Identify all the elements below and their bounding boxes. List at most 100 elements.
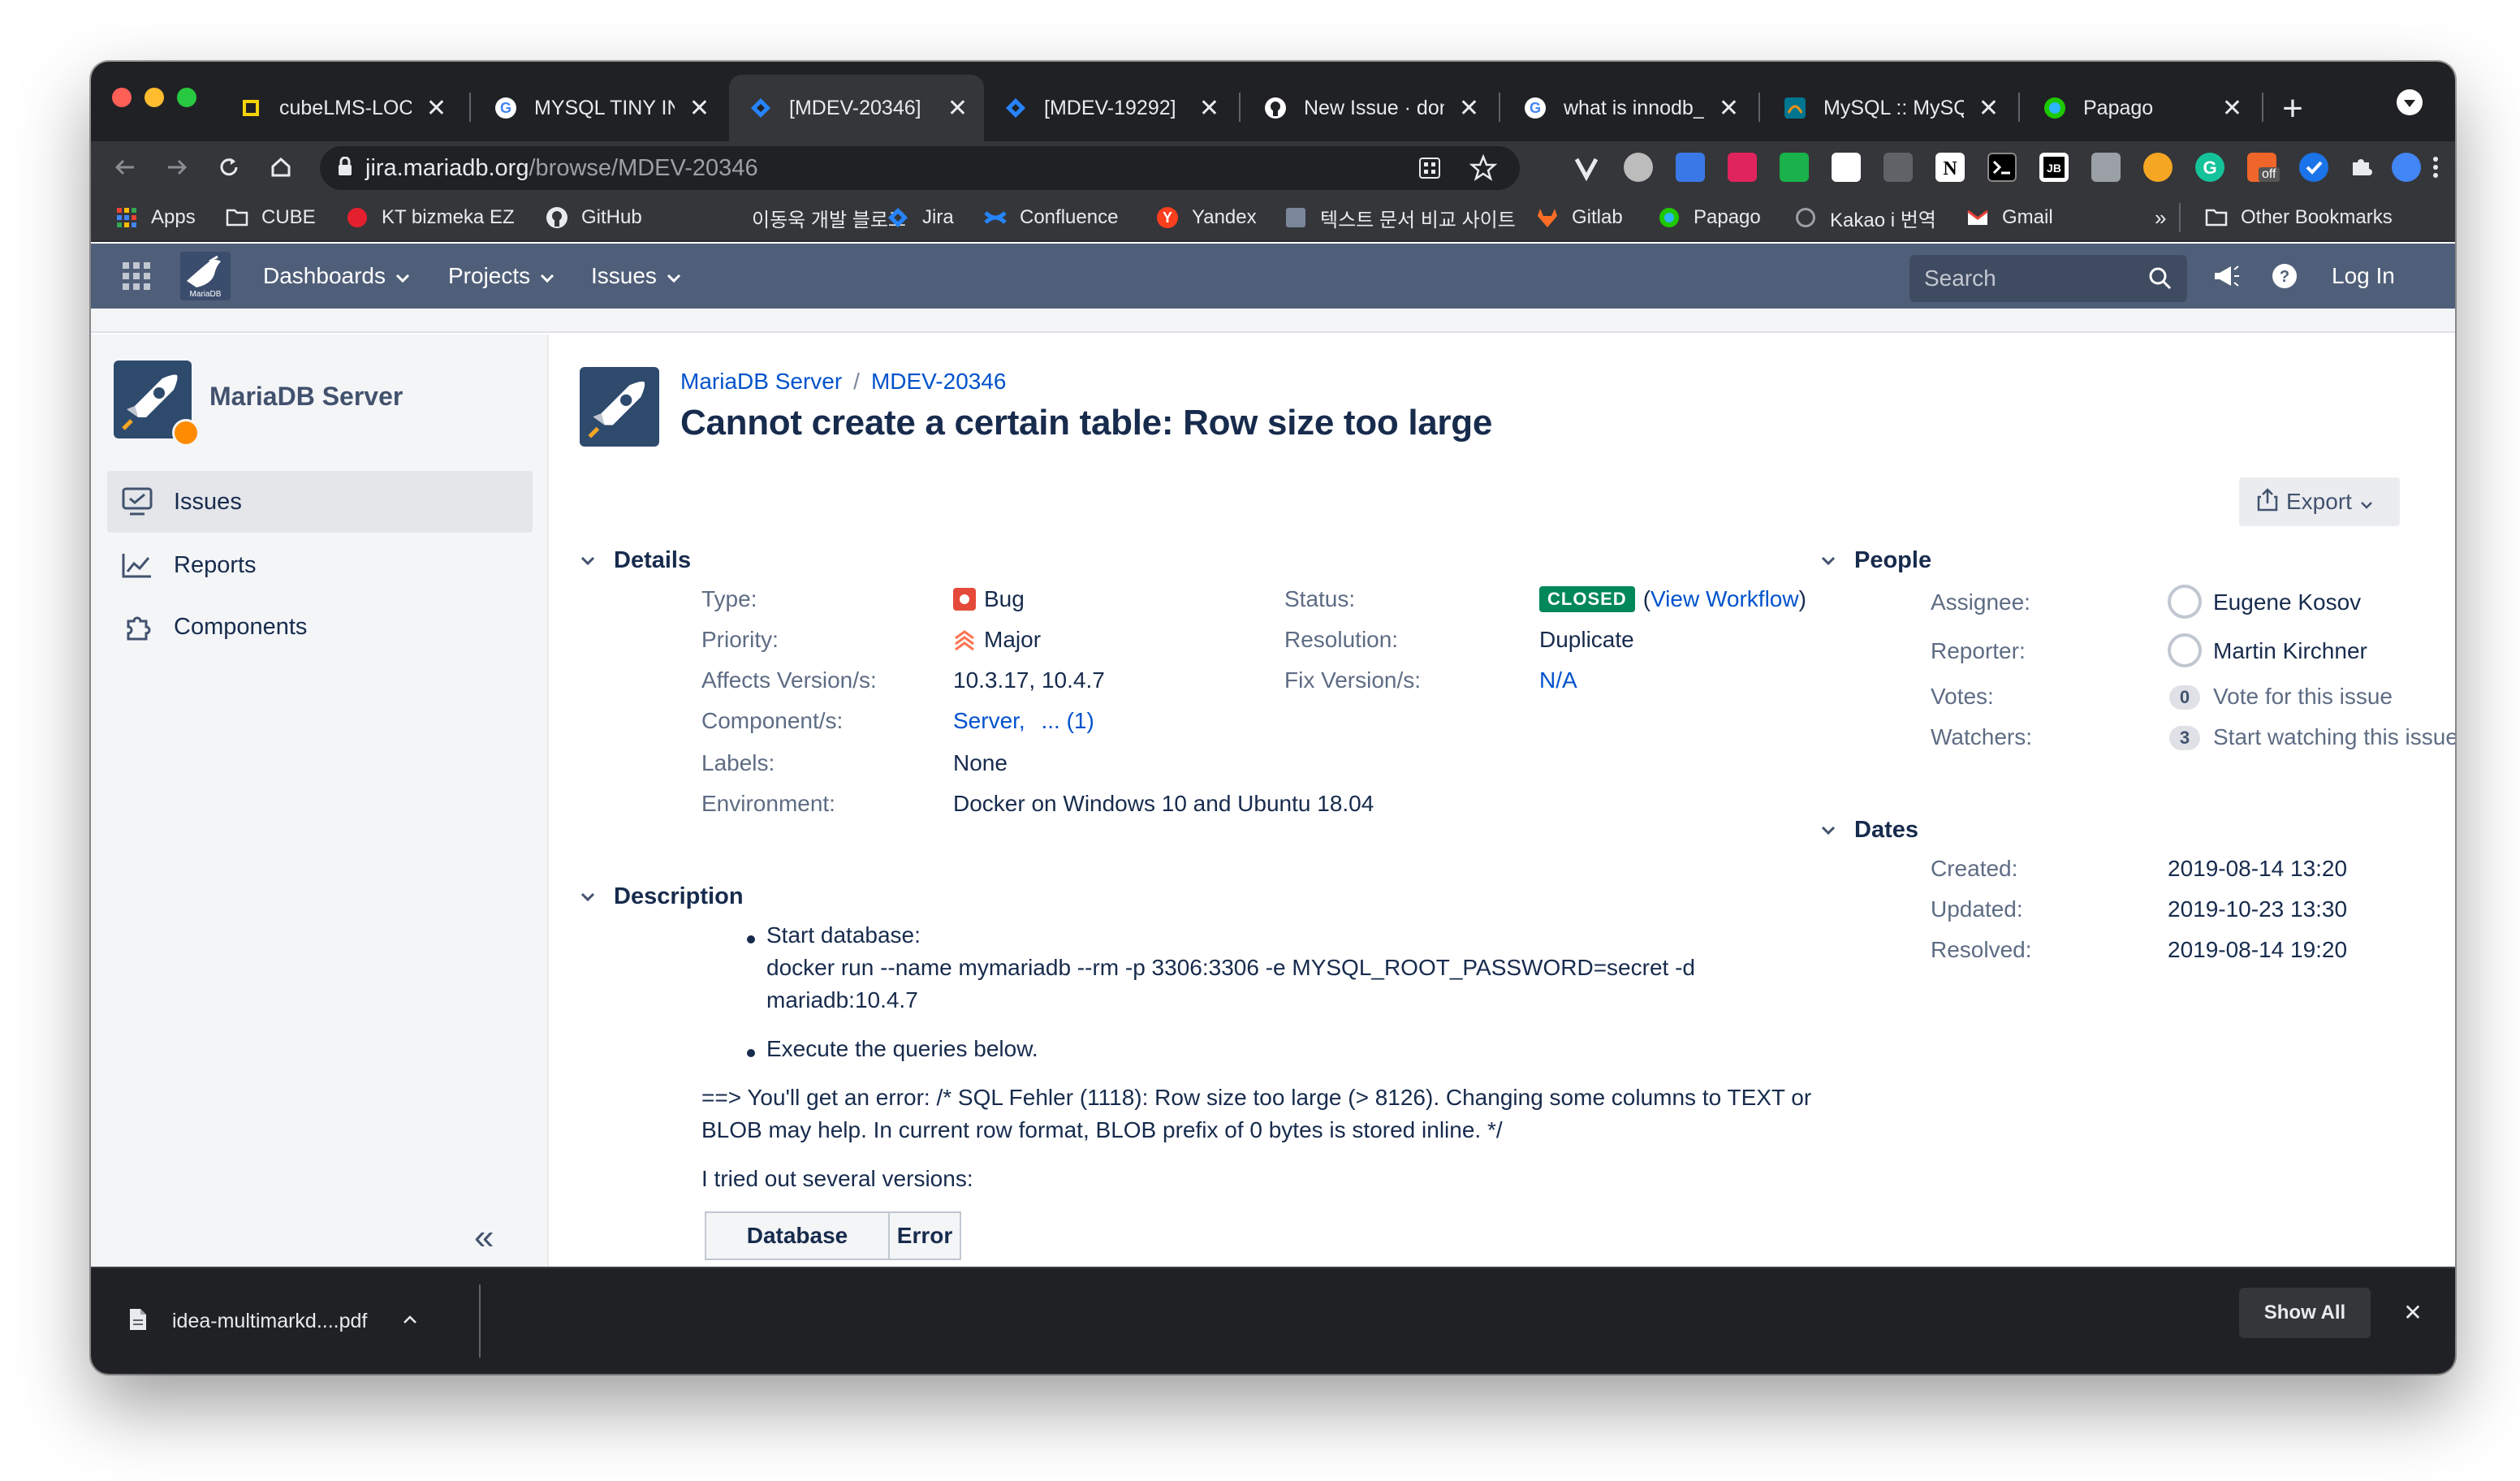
extension-icon[interactable] (1624, 153, 1653, 182)
bookmark-kt-bizmeka[interactable]: KT bizmeka EZ (346, 201, 515, 234)
maximize-window-button[interactable] (177, 88, 196, 107)
tab-new-issue[interactable]: New Issue · don ✕ (1244, 75, 1495, 141)
forward-button[interactable] (161, 151, 193, 184)
tab-close-icon[interactable]: ✕ (1978, 94, 1999, 123)
issue-project-avatar[interactable] (580, 367, 659, 447)
extension-icon[interactable] (1728, 153, 1757, 182)
nav-projects[interactable]: Projects (448, 244, 554, 309)
bookmark-apps[interactable]: Apps (115, 201, 196, 234)
login-link[interactable]: Log In (2332, 244, 2395, 309)
reporter-value[interactable]: Martin Kirchner (2213, 638, 2367, 664)
bookmark-dev-blog[interactable]: 이동욱 개발 블로그 (716, 201, 906, 234)
show-all-downloads-button[interactable]: Show All (2239, 1288, 2371, 1338)
bookmark-kakao[interactable]: Kakao i 번역 (1794, 201, 1936, 234)
tab-close-icon[interactable]: ✕ (1199, 94, 1219, 123)
sidebar-item-issues[interactable]: Issues (107, 471, 533, 533)
component-server-link[interactable]: Server, (953, 708, 1025, 733)
vimeo-extension-icon[interactable] (1572, 153, 1601, 182)
reload-button[interactable] (213, 151, 245, 184)
tab-mdev-20346[interactable]: [MDEV-20346] ✕ (729, 75, 984, 141)
kebab-menu-icon[interactable] (2427, 153, 2455, 182)
extension-icon[interactable] (1832, 153, 1861, 182)
sidebar-item-reports[interactable]: Reports (107, 534, 533, 596)
google-favicon-icon: G (1523, 96, 1547, 120)
bookmark-cube[interactable]: CUBE (226, 201, 316, 234)
lock-icon (338, 156, 352, 180)
address-bar[interactable]: jira.mariadb.org/browse/MDEV-20346 (320, 146, 1520, 190)
export-button[interactable]: Export (2239, 477, 2400, 526)
close-shelf-button[interactable]: ✕ (2397, 1296, 2429, 1328)
tab-close-icon[interactable]: ✕ (1719, 94, 1739, 123)
extension-icon[interactable] (2091, 153, 2121, 182)
extension-icon[interactable] (1884, 153, 1913, 182)
sidebar-item-components[interactable]: Components (107, 596, 533, 658)
extension-icon[interactable] (1676, 153, 1705, 182)
extension-icon[interactable] (2143, 153, 2173, 182)
home-button[interactable] (265, 151, 297, 184)
announcement-icon[interactable] (2211, 261, 2241, 295)
close-window-button[interactable] (112, 88, 132, 107)
help-icon[interactable]: ? (2270, 261, 2299, 295)
notion-extension-icon[interactable]: N (1935, 153, 1965, 182)
profile-avatar[interactable] (2392, 153, 2421, 182)
tab-close-icon[interactable]: ✕ (947, 94, 968, 123)
dates-toggle[interactable]: Dates (1820, 817, 1918, 844)
tab-mysql-tiny[interactable]: G MYSQL TINY IN ✕ (474, 75, 726, 141)
extension-icon[interactable] (1780, 153, 1809, 182)
bookmark-github[interactable]: GitHub (546, 201, 642, 234)
jira-search-input[interactable]: Search (1909, 255, 2187, 302)
bookmark-gitlab[interactable]: Gitlab (1536, 201, 1623, 234)
jetbrains-extension-icon[interactable]: JB (2039, 153, 2069, 182)
assignee-value[interactable]: Eugene Kosov (2213, 589, 2361, 615)
bookmark-gmail[interactable]: Gmail (1966, 201, 2053, 234)
mariadb-logo[interactable]: MariaDB (180, 252, 231, 300)
fix-version-value[interactable]: N/A (1539, 667, 1577, 693)
grid-icon[interactable] (1418, 156, 1442, 184)
component-more-link[interactable]: ... (1) (1041, 708, 1094, 733)
bookmark-confluence[interactable]: Confluence (984, 201, 1118, 234)
bookmarks-overflow-button[interactable]: » (2155, 201, 2166, 234)
tab-close-icon[interactable]: ✕ (1459, 94, 1479, 123)
bookmark-star-icon[interactable] (1469, 153, 1498, 186)
details-toggle[interactable]: Details (580, 547, 691, 574)
tab-close-icon[interactable]: ✕ (2222, 94, 2242, 123)
chevron-up-icon[interactable] (403, 1314, 417, 1328)
collapse-sidebar-button[interactable]: « (474, 1220, 494, 1255)
app-switcher-icon[interactable] (122, 261, 151, 295)
vote-link[interactable]: Vote for this issue (2213, 684, 2393, 710)
labels-label: Labels: (701, 750, 775, 775)
breadcrumb-issue-link[interactable]: MDEV-20346 (871, 369, 1007, 395)
tab-close-icon[interactable]: ✕ (689, 94, 710, 123)
tab-papago[interactable]: Papago ✕ (2023, 75, 2259, 141)
bookmark-papago[interactable]: Papago (1658, 201, 1761, 234)
project-name[interactable]: MariaDB Server (209, 382, 403, 412)
project-avatar[interactable] (114, 361, 200, 447)
nav-issues[interactable]: Issues (591, 244, 681, 309)
bookmark-diff-site[interactable]: 텍스트 문서 비교 사이트 (1284, 201, 1516, 234)
terminal-extension-icon[interactable] (1987, 153, 2017, 182)
breadcrumb-project-link[interactable]: MariaDB Server (680, 369, 842, 395)
bookmark-other[interactable]: Other Bookmarks (2205, 201, 2393, 234)
description-toggle[interactable]: Description (580, 883, 744, 910)
tab-close-icon[interactable]: ✕ (426, 94, 447, 123)
nav-dashboards[interactable]: Dashboards (263, 244, 410, 309)
tab-cubelms[interactable]: cubeLMS-LOCA ✕ (219, 75, 463, 141)
tab-mdev-19292[interactable]: [MDEV-19292] ✕ (984, 75, 1236, 141)
people-toggle[interactable]: People (1820, 547, 1931, 574)
tab-mysql-doc[interactable]: MySQL :: MySQ ✕ (1763, 75, 2015, 141)
tab-innodb[interactable]: G what is innodb_ ✕ (1504, 75, 1755, 141)
watch-link[interactable]: Start watching this issue (2213, 724, 2455, 750)
check-extension-icon[interactable] (2299, 153, 2328, 182)
bookmark-yandex[interactable]: Y Yandex (1156, 201, 1257, 234)
chevron-down-icon (2360, 489, 2373, 515)
minimize-window-button[interactable] (145, 88, 164, 107)
puzzle-icon[interactable] (2346, 153, 2375, 182)
off-extension-icon[interactable]: off (2247, 153, 2280, 182)
tab-search-button[interactable] (2397, 89, 2423, 115)
back-button[interactable] (109, 151, 141, 184)
download-item[interactable]: idea-multimarkd....pdf (91, 1268, 479, 1374)
view-workflow-link[interactable]: View Workflow (1651, 586, 1799, 612)
bookmark-jira[interactable]: Jira (887, 201, 954, 234)
new-tab-button[interactable]: + (2268, 84, 2317, 133)
grammarly-extension-icon[interactable]: G (2195, 153, 2224, 182)
